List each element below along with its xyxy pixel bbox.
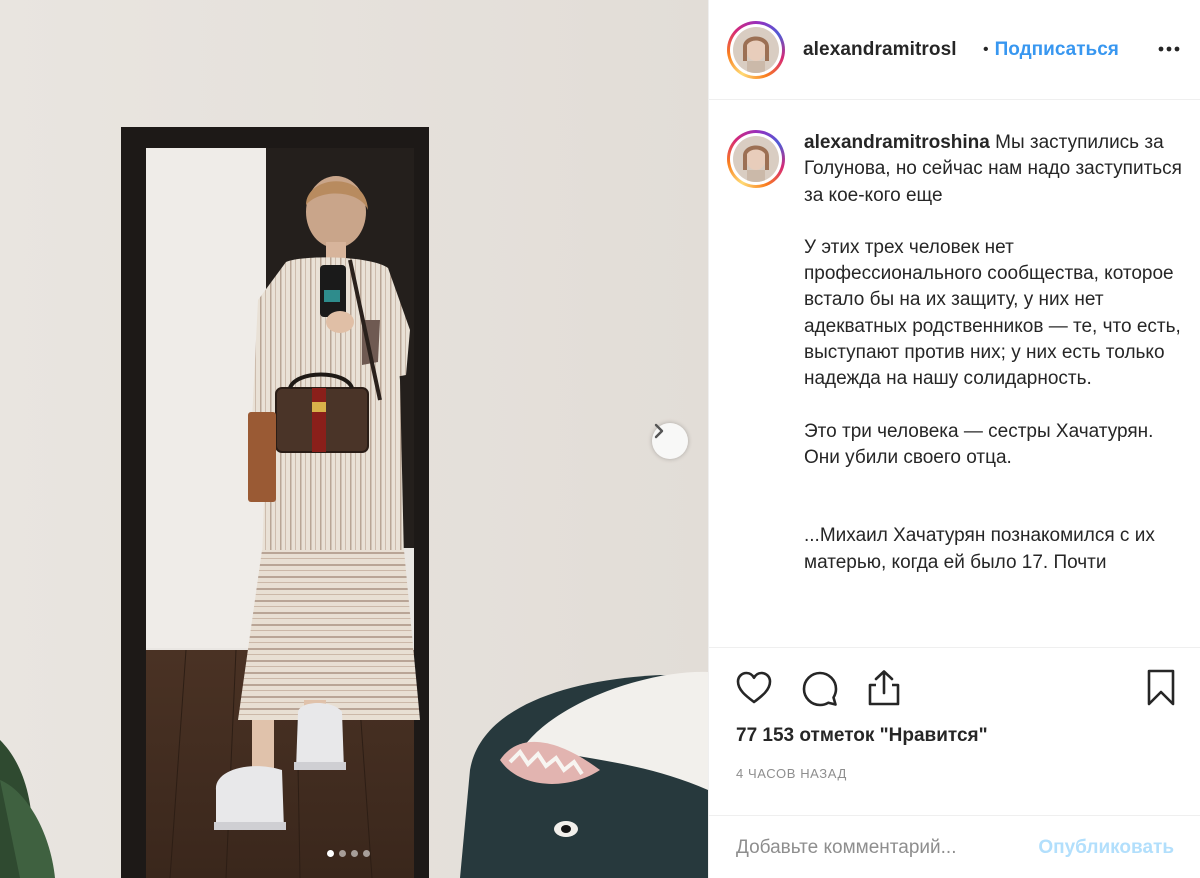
add-comment-form: Опубликовать	[709, 815, 1200, 878]
avatar[interactable]	[727, 20, 785, 79]
likes-count[interactable]: 77 153 отметок "Нравится"	[736, 725, 988, 747]
profile-photo	[733, 26, 779, 73]
profile-photo	[733, 136, 779, 182]
caption-paragraph: ...Михаил Хачатурян познакомился с их ма…	[804, 525, 1155, 573]
caption-paragraph: У этих трех человек нет профессиональног…	[804, 236, 1181, 390]
carousel-dot	[327, 850, 334, 857]
heart-icon[interactable]	[736, 671, 772, 705]
post-side-panel: alexandramitrosl • Подписаться alexandra…	[708, 0, 1200, 878]
post-actions: 77 153 отметок "Нравится" 4 ЧАСОВ НАЗАД …	[709, 647, 1200, 878]
caption-text: alexandramitroshina Мы заступились за Го…	[804, 130, 1182, 576]
carousel-dot	[363, 850, 370, 857]
comment-input[interactable]	[736, 836, 1039, 859]
comments-section[interactable]: alexandramitroshina Мы заступились за Го…	[709, 101, 1200, 647]
post-timestamp[interactable]: 4 ЧАСОВ НАЗАД	[736, 766, 847, 781]
caption-username-link[interactable]: alexandramitroshina	[804, 132, 990, 153]
mirror-selfie-image	[0, 0, 708, 878]
carousel-dot	[339, 850, 346, 857]
caption-comment: alexandramitroshina Мы заступились за Го…	[727, 130, 1182, 576]
publish-button[interactable]: Опубликовать	[1038, 837, 1174, 859]
post-header: alexandramitrosl • Подписаться	[709, 0, 1200, 100]
next-slide-button[interactable]	[652, 423, 688, 459]
avatar[interactable]	[727, 130, 785, 188]
post-photo[interactable]	[0, 0, 708, 878]
header-username-link[interactable]: alexandramitrosl	[803, 39, 979, 61]
chevron-right-icon	[654, 423, 664, 439]
follow-button[interactable]: Подписаться	[995, 39, 1119, 61]
separator-dot: •	[983, 40, 989, 58]
carousel-dot	[351, 850, 358, 857]
caption-paragraph: Они убили своего отца.	[804, 446, 1012, 468]
comment-bubble-icon[interactable]	[802, 671, 838, 707]
more-horizontal-icon[interactable]	[1158, 38, 1180, 60]
carousel-indicator	[327, 850, 370, 857]
share-icon[interactable]	[867, 669, 901, 707]
caption-paragraph: Это три человека — сестры Хачатурян.	[804, 420, 1154, 442]
bookmark-icon[interactable]	[1146, 669, 1176, 707]
